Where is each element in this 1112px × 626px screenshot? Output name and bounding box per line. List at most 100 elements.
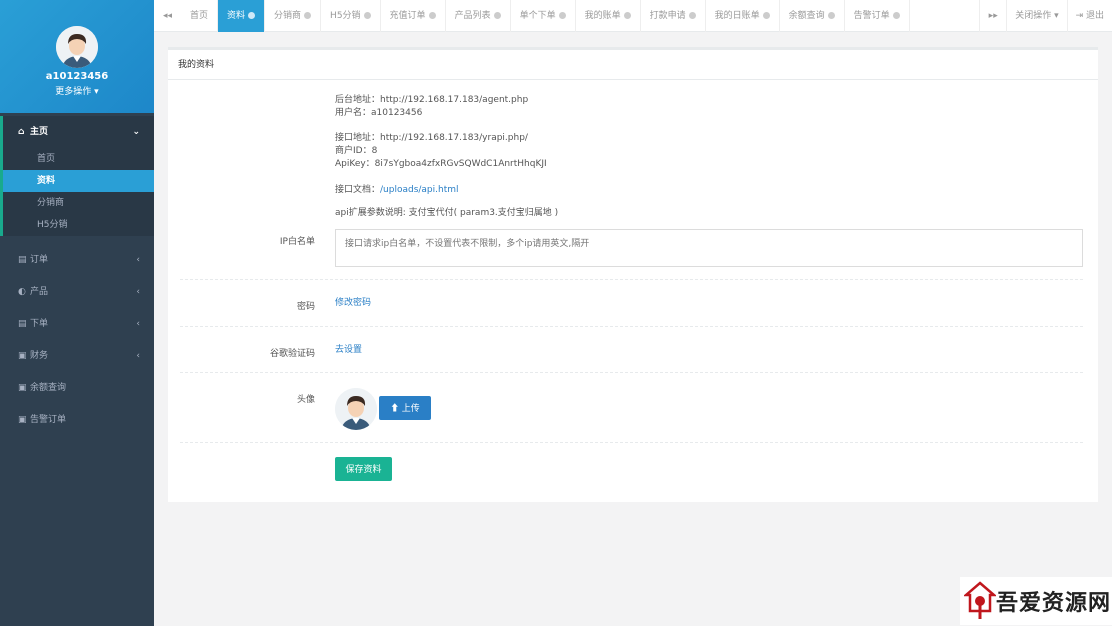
tab-recharge-orders[interactable]: 充值订单 [381,0,446,32]
upload-label: 上传 [401,403,420,413]
divider [180,442,1083,443]
nav-group-label: 告警订单 [30,415,67,425]
tab-distributor[interactable]: 分销商 [265,0,322,32]
nav-group-label: 主页 [30,127,49,137]
avatar-label: 头像 [296,395,315,405]
merchant-id: 商户ID：8 [335,146,378,156]
tab-bar: ◂◂ 首页 资料 分销商 H5分销 充值订单 产品列表 单个下单 我的账单 打款… [154,0,1112,32]
profile-panel: 我的资料 后台地址：http://192.168.17.183/agent.ph… [168,47,1098,502]
close-icon[interactable] [428,12,436,19]
chevron-left-icon: ‹ [136,255,140,265]
tab-daily-bills[interactable]: 我的日账单 [706,0,780,32]
google-auth-setup-link[interactable]: 去设置 [335,342,362,355]
tab-scroll-left-button[interactable]: ◂◂ [154,0,181,32]
product-icon: ◐ [18,287,26,297]
tab-product-list[interactable]: 产品列表 [446,0,511,32]
person-avatar-icon [56,26,98,68]
tab-label: 产品列表 [454,11,491,21]
username-info: 用户名：a10123456 [335,108,423,118]
divider [180,279,1083,280]
tab-profile[interactable]: 资料 [218,0,266,32]
close-icon[interactable] [827,12,835,19]
ip-whitelist-label: IP白名单 [279,237,315,247]
nav-group-balance-query[interactable]: ▣ 余额查询 [0,372,154,404]
site-watermark: 吾爱资源网 [960,577,1112,625]
home-icon: ⌂ [18,127,25,137]
chevron-left-icon: ‹ [136,287,140,297]
api-ext-params: api扩展参数说明: 支付宝代付( param3.支付宝归属地 ) [335,208,559,218]
sidebar: a10123456 更多操作 ▾ ⌂ 主页 ⌄ 首页 资料 分销商 H5分销 ▤ 订… [0,0,154,626]
close-icon[interactable] [623,12,631,19]
close-icon[interactable] [248,12,256,19]
nav-group-orders[interactable]: ▤ 订单 ‹ [0,244,154,276]
sidebar-item-distributor[interactable]: 分销商 [3,192,154,214]
money-icon: ▣ [18,351,27,361]
nav-group-products[interactable]: ◐ 产品 ‹ [0,276,154,308]
tab-tools: ▸▸ 关闭操作 ▾ ⇥ 退出 [979,0,1112,32]
avatar[interactable] [56,26,98,68]
side-nav: ⌂ 主页 ⌄ 首页 资料 分销商 H5分销 ▤ 订单 ‹ ◐ 产品 ‹ ▤ 下单 ‹ ▣… [0,116,154,436]
nav-group-label: 产品 [30,287,49,297]
tab-scroll-right-button[interactable]: ▸▸ [979,0,1006,32]
tab-label: 充值订单 [389,11,426,21]
tab-label: 打款申请 [649,11,686,21]
tab-label: 首页 [190,11,209,21]
sidebar-item-h5-distribution[interactable]: H5分销 [3,214,154,236]
divider [180,326,1083,327]
api-doc-link[interactable]: /uploads/api.html [380,185,459,195]
chevron-left-icon: ‹ [136,319,140,329]
tabs: 首页 资料 分销商 H5分销 充值订单 产品列表 单个下单 我的账单 打款申请 … [181,0,910,32]
nav-group-home[interactable]: ⌂ 主页 ⌄ [0,116,154,148]
nav-group-finance[interactable]: ▣ 财务 ‹ [0,340,154,372]
ip-whitelist-input[interactable] [335,229,1083,267]
close-icon[interactable] [304,12,312,19]
tab-h5-distribution[interactable]: H5分销 [321,0,381,32]
api-doc-label: 接口文档： [335,185,381,195]
close-icon[interactable] [493,12,501,19]
panel-title: 我的资料 [168,50,1098,80]
double-chevron-right-icon: ▸▸ [988,11,998,21]
document-icon: ▤ [18,319,27,329]
sidebar-item-profile[interactable]: 资料 [3,170,154,192]
tab-alert-orders[interactable]: 告警订单 [845,0,910,32]
tab-single-order[interactable]: 单个下单 [511,0,576,32]
api-doc: 接口文档：/uploads/api.html [335,182,459,195]
nav-group-label: 订单 [30,255,49,265]
tab-label: H5分销 [330,11,361,21]
more-actions-dropdown[interactable]: 更多操作 ▾ [0,84,154,97]
tab-balance-query[interactable]: 余额查询 [780,0,845,32]
nav-group-label: 下单 [30,319,49,329]
house-logo-icon [964,581,996,619]
sidebar-item-home[interactable]: 首页 [3,148,154,170]
tab-label: 我的账单 [584,11,621,21]
tab-my-bills[interactable]: 我的账单 [576,0,641,32]
tab-payment-request[interactable]: 打款申请 [641,0,706,32]
upload-icon: ⬆ [390,403,400,413]
username: a10123456 [45,71,109,82]
close-icon[interactable] [762,12,770,19]
nav-group-label: 财务 [30,351,49,361]
home-submenu: 首页 资料 分销商 H5分销 [0,148,154,236]
avatar-preview [335,388,377,430]
profile-header: a10123456 更多操作 ▾ [0,0,154,113]
upload-avatar-button[interactable]: ⬆ 上传 [379,396,431,420]
close-icon[interactable] [688,12,696,19]
tab-label: 资料 [227,11,246,21]
document-icon: ▤ [18,255,27,265]
close-icon[interactable] [558,12,566,19]
close-icon[interactable] [363,12,371,19]
tab-home[interactable]: 首页 [181,0,219,32]
nav-group-place-order[interactable]: ▤ 下单 ‹ [0,308,154,340]
password-label: 密码 [296,302,315,312]
tab-label: 我的日账单 [714,11,760,21]
close-icon[interactable] [892,12,900,19]
change-password-link[interactable]: 修改密码 [335,295,371,308]
divider [180,372,1083,373]
tab-label: 分销商 [274,11,302,21]
save-profile-button[interactable]: 保存资料 [335,457,392,481]
tab-label: 余额查询 [788,11,825,21]
close-operations-dropdown[interactable]: 关闭操作 ▾ [1006,0,1066,32]
nav-group-alert-orders[interactable]: ▣ 告警订单 [0,404,154,436]
logout-button[interactable]: ⇥ 退出 [1066,0,1112,32]
api-key: ApiKey：8i7sYgboa4zfxRGvSQWdC1AnrtHhqKJI [335,159,547,169]
